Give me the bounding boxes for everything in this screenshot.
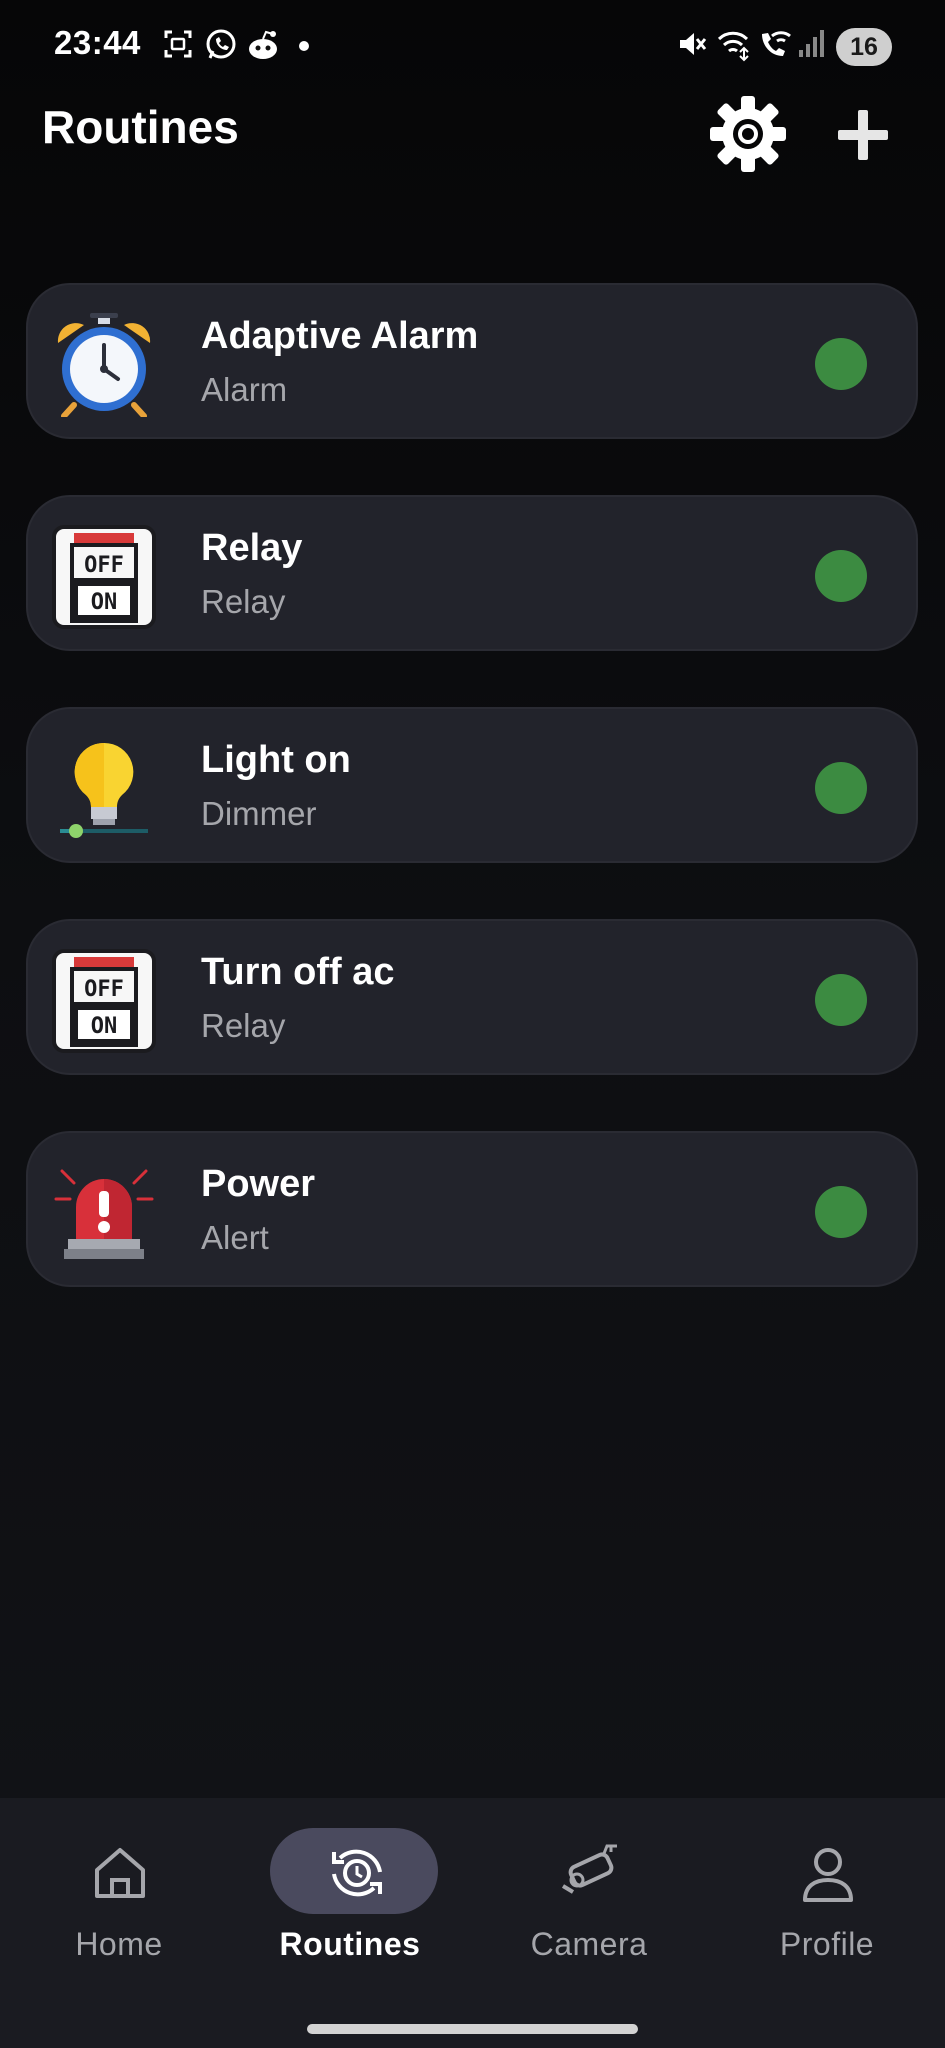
- routine-type: Dimmer: [201, 795, 317, 832]
- nav-label: Camera: [530, 1926, 648, 1962]
- relay-on-text: ON: [91, 590, 118, 615]
- reddit-icon: [249, 30, 277, 59]
- routine-card-relay[interactable]: OFF ON Relay Relay: [26, 495, 918, 651]
- camera-icon: [561, 1844, 617, 1894]
- gear-icon[interactable]: [706, 92, 790, 176]
- signal-icon: [799, 30, 824, 57]
- routine-card-light-on[interactable]: Light on Dimmer: [26, 707, 918, 863]
- battery-indicator: 16: [836, 28, 892, 66]
- status-dot[interactable]: [815, 762, 867, 814]
- routine-type: Alarm: [201, 371, 288, 408]
- routine-name: Relay: [201, 527, 303, 569]
- status-dot[interactable]: [815, 550, 867, 602]
- nav-routines[interactable]: Routines: [245, 1828, 445, 1988]
- home-icon: [95, 1848, 145, 1898]
- screenshot-icon: [164, 30, 192, 58]
- home-gesture-indicator[interactable]: [307, 2024, 638, 2034]
- whatsapp-icon: [206, 29, 236, 59]
- routines-icon: [332, 1849, 382, 1897]
- plus-icon[interactable]: [836, 108, 890, 162]
- relay-switch-icon: OFF ON: [52, 949, 156, 1053]
- page-title: Routines: [42, 101, 239, 153]
- routine-name: Adaptive Alarm: [201, 315, 479, 357]
- nav-home[interactable]: Home: [14, 1828, 214, 1988]
- status-time: 23:44: [54, 24, 141, 61]
- alarm-clock-icon: [57, 313, 151, 417]
- routine-name: Turn off ac: [201, 951, 395, 993]
- relay-off-text: OFF: [84, 977, 124, 1002]
- wifi-call-icon: [762, 31, 791, 56]
- nav-profile[interactable]: Profile: [722, 1828, 922, 1988]
- status-dot[interactable]: [815, 338, 867, 390]
- status-dot[interactable]: [815, 974, 867, 1026]
- routine-card-power[interactable]: Power Alert: [26, 1131, 918, 1287]
- relay-on-text: ON: [91, 1014, 118, 1039]
- light-bulb-dimmer-icon: [60, 742, 148, 838]
- routine-card-turn-off-ac[interactable]: OFF ON Turn off ac Relay: [26, 919, 918, 1075]
- nav-label: Profile: [779, 1926, 875, 1962]
- nav-label: Home: [75, 1926, 163, 1962]
- routine-type: Relay: [201, 1007, 286, 1044]
- routine-name: Light on: [201, 739, 351, 781]
- routine-type: Alert: [201, 1219, 269, 1256]
- wifi-icon: [717, 31, 749, 62]
- relay-switch-icon: OFF ON: [52, 525, 156, 629]
- routine-name: Power: [201, 1163, 316, 1205]
- dot-icon: [299, 41, 309, 51]
- siren-alert-icon: [54, 1169, 154, 1259]
- routine-card-adaptive-alarm[interactable]: Adaptive Alarm Alarm: [26, 283, 918, 439]
- nav-camera[interactable]: Camera: [484, 1828, 684, 1988]
- nav-label: Routines: [279, 1926, 421, 1962]
- bottom-navigation: Home Routines Camera Profile: [0, 1798, 945, 2048]
- relay-off-text: OFF: [84, 553, 124, 578]
- routine-type: Relay: [201, 583, 286, 620]
- mute-icon: [680, 33, 707, 55]
- profile-icon: [803, 1848, 853, 1902]
- status-dot[interactable]: [815, 1186, 867, 1238]
- status-bar: 23:44 16: [0, 0, 945, 92]
